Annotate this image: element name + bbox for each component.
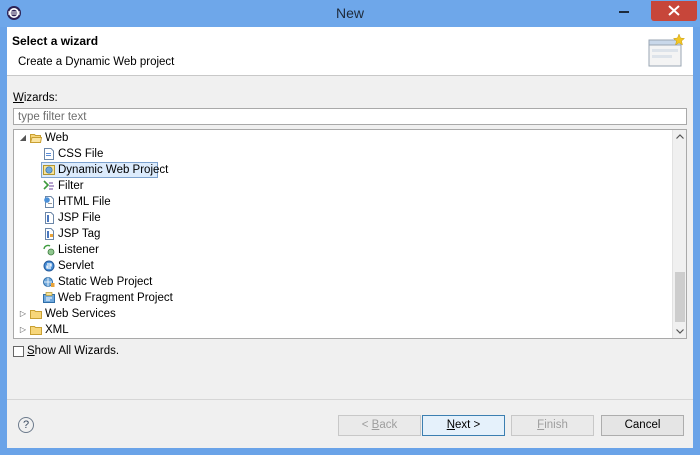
tree-item-web-fragment-project[interactable]: Web Fragment Project xyxy=(14,290,674,306)
static-web-project-icon xyxy=(43,277,55,287)
show-all-text: how All Wizards. xyxy=(34,345,120,357)
back-button[interactable]: < Back xyxy=(338,415,421,436)
tree-node-xml[interactable]: ▷ XML xyxy=(14,322,674,338)
tree-item-label: Filter xyxy=(58,180,84,192)
scroll-up-arrow-icon[interactable] xyxy=(673,130,686,144)
tree-item-label: Dynamic Web Project xyxy=(58,164,169,176)
listener-icon xyxy=(43,244,55,256)
tree-item-html-file[interactable]: HTML File xyxy=(14,194,674,210)
wizard-header: Select a wizard Create a Dynamic Web pro… xyxy=(7,27,693,76)
footer-divider xyxy=(7,399,693,400)
web-fragment-project-icon xyxy=(43,292,55,303)
wizard-tree[interactable]: ◢ Web CSS File Dynamic Web Project Filte… xyxy=(13,129,687,339)
back-text: ack xyxy=(379,419,398,431)
tree-item-label: Static Web Project xyxy=(58,276,153,288)
minimize-icon xyxy=(619,11,629,13)
tree-node-web-services[interactable]: ▷ Web Services xyxy=(14,306,674,322)
next-button[interactable]: Next > xyxy=(422,415,505,436)
tree-item-label: Web Fragment Project xyxy=(58,292,173,304)
tree-vertical-scrollbar[interactable] xyxy=(672,130,686,338)
tree-node-label: Web xyxy=(45,132,69,144)
wizards-label-text: izards: xyxy=(23,92,58,104)
jsp-file-icon xyxy=(45,212,54,224)
close-icon xyxy=(668,5,680,16)
finish-text: inish xyxy=(544,419,568,431)
tree-item-label: JSP File xyxy=(58,212,101,224)
tree-item-listener[interactable]: Listener xyxy=(14,242,674,258)
scroll-thumb[interactable] xyxy=(675,272,685,322)
css-file-icon xyxy=(44,148,54,160)
filter-icon xyxy=(43,180,54,190)
next-mnemonic: N xyxy=(446,419,456,431)
show-all-mnemonic: S xyxy=(27,345,35,357)
tree-node-label: Web Services xyxy=(45,308,116,320)
header-description: Create a Dynamic Web project xyxy=(18,56,175,68)
wizards-label-mnemonic: W xyxy=(13,92,24,104)
tree-item-label: JSP Tag xyxy=(58,228,101,240)
finish-button[interactable]: Finish xyxy=(511,415,594,436)
close-button[interactable] xyxy=(651,1,697,21)
jsp-tag-icon xyxy=(45,228,54,240)
header-title: Select a wizard xyxy=(12,34,99,48)
title-bar[interactable]: New xyxy=(0,0,700,27)
tree-item-filter[interactable]: Filter xyxy=(14,178,674,194)
scroll-down-arrow-icon[interactable] xyxy=(673,324,686,338)
tree-item-jsp-file[interactable]: JSP File xyxy=(14,210,674,226)
tree-item-label: CSS File xyxy=(58,148,104,160)
servlet-icon xyxy=(43,260,55,272)
next-text: ext > xyxy=(455,419,481,431)
tree-item-jsp-tag[interactable]: JSP Tag xyxy=(14,226,674,242)
wizards-label: Wizards: xyxy=(13,92,58,104)
help-icon: ? xyxy=(22,419,30,431)
new-wizard-window: New Select a wizard Create a Dynamic Web… xyxy=(0,0,700,455)
dialog-client-area: Select a wizard Create a Dynamic Web pro… xyxy=(7,27,693,448)
folder-icon xyxy=(30,310,42,319)
tree-item-servlet[interactable]: Servlet xyxy=(14,258,674,274)
help-button[interactable]: ? xyxy=(18,417,34,433)
dynamic-web-project-icon xyxy=(43,165,55,175)
collapsed-arrow-icon[interactable]: ▷ xyxy=(18,306,28,322)
cancel-button[interactable]: Cancel xyxy=(601,415,684,436)
expanded-arrow-icon[interactable]: ◢ xyxy=(18,130,28,146)
tree-item-label: Servlet xyxy=(58,260,94,272)
html-file-icon xyxy=(44,196,54,208)
tree-item-label: Listener xyxy=(58,244,99,256)
checkbox-box[interactable] xyxy=(13,346,24,357)
tree-node-label: XML xyxy=(45,324,69,336)
collapsed-arrow-icon[interactable]: ▷ xyxy=(18,322,28,338)
tree-item-static-web-project[interactable]: Static Web Project xyxy=(14,274,674,290)
cancel-text: Cancel xyxy=(624,419,661,431)
tree-item-label: HTML File xyxy=(58,196,111,208)
wizard-banner-icon xyxy=(648,33,686,67)
show-all-wizards-label[interactable]: Show All Wizards. xyxy=(27,345,119,357)
minimize-button[interactable] xyxy=(611,1,637,21)
filter-input[interactable] xyxy=(13,108,687,125)
window-title: New xyxy=(335,5,364,21)
tree-item-dynamic-web-project[interactable]: Dynamic Web Project xyxy=(14,162,674,178)
tree-item-css-file[interactable]: CSS File xyxy=(14,146,674,162)
folder-icon xyxy=(30,326,42,335)
back-prefix: < xyxy=(361,419,372,431)
folder-open-icon xyxy=(30,134,42,143)
tree-node-web[interactable]: ◢ Web xyxy=(14,130,674,146)
